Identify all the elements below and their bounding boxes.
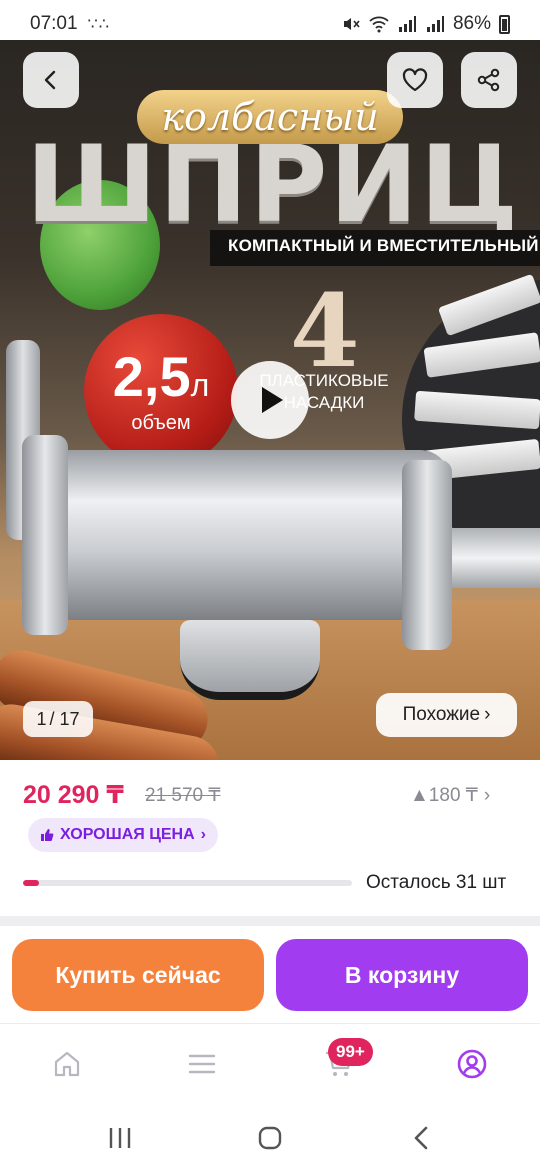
home-icon	[54, 1051, 80, 1077]
share-icon	[477, 68, 500, 92]
buy-now-button[interactable]: Купить сейчас	[12, 939, 264, 1011]
volume-value-wrap: 2,5л	[84, 344, 238, 409]
system-navigation	[0, 1104, 540, 1170]
similar-label: Похожие	[402, 704, 481, 725]
hero-subtitle: КОМПАКТНЫЙ И ВМЕСТИТЕЛЬНЫЙ	[228, 236, 539, 255]
syringe-cylinder	[40, 450, 450, 620]
wifi-icon	[369, 16, 389, 33]
chevron-left-icon	[44, 70, 56, 90]
mute-icon	[343, 18, 360, 30]
chevron-right-icon: ›	[483, 784, 491, 806]
image-counter-current: 1	[36, 708, 47, 729]
system-back-icon	[414, 1126, 428, 1150]
back-button[interactable]	[23, 52, 79, 108]
price-delta[interactable]: ▲180 ₸ ›	[410, 784, 490, 807]
signal-2-icon	[426, 16, 444, 32]
good-price-badge[interactable]: ХОРОШАЯ ЦЕНА ›	[28, 818, 218, 852]
chevron-right-icon: ›	[484, 704, 491, 725]
flange-right	[402, 460, 452, 650]
price-card: 20 290 ₸ 21 570 ₸ ▲180 ₸ › ХОРОШАЯ ЦЕНА …	[0, 760, 540, 920]
recent-apps-icon	[109, 1128, 131, 1148]
volume-unit: л	[190, 367, 210, 403]
signal-icon	[398, 16, 416, 32]
price-delta-value: ▲180 ₸	[410, 785, 478, 806]
chevron-right-icon: ›	[200, 826, 206, 843]
cart-count-badge: 99+	[328, 1038, 373, 1066]
stock-remaining: Осталось 31 шт	[366, 872, 507, 893]
status-time: 07:01	[30, 13, 78, 34]
status-extra-icon: ∵∴	[87, 16, 110, 33]
system-home-icon	[258, 1126, 282, 1150]
menu-icon	[188, 1054, 216, 1074]
share-button[interactable]	[461, 52, 517, 108]
section-separator	[0, 916, 540, 926]
volume-value: 2,5	[112, 345, 191, 408]
similar-button[interactable]: Похожие ›	[376, 693, 517, 737]
spout	[448, 528, 540, 588]
system-back-button[interactable]	[402, 1122, 442, 1154]
profile-icon	[457, 1049, 487, 1079]
nav-home[interactable]	[47, 1044, 87, 1084]
bottom-navigation: 99+	[0, 1024, 540, 1104]
hero-title: ШПРИЦ	[26, 123, 521, 246]
old-price: 21 570 ₸	[145, 785, 221, 806]
volume-label: объем	[131, 412, 191, 434]
purchase-actions: Купить сейчас В корзину	[0, 926, 540, 1024]
image-counter-total: / 17	[49, 708, 80, 729]
suction-base	[180, 620, 320, 700]
play-icon	[262, 387, 283, 413]
heart-icon	[402, 68, 428, 92]
thumbs-up-icon	[41, 829, 54, 841]
good-price-label: ХОРОШАЯ ЦЕНА	[60, 826, 195, 843]
add-to-cart-button[interactable]: В корзину	[276, 939, 528, 1011]
nav-catalog[interactable]	[182, 1044, 222, 1084]
stock-progress-fill	[23, 880, 40, 886]
current-price: 20 290 ₸	[23, 781, 124, 809]
image-counter: 1 / 17	[23, 701, 93, 737]
system-home-button[interactable]	[250, 1122, 290, 1154]
battery-icon	[499, 14, 510, 34]
volume-badge: 2,5л объем	[84, 314, 238, 468]
hero-brand-script: колбасный	[137, 90, 403, 144]
play-video-button[interactable]	[231, 361, 309, 439]
flange-left	[22, 435, 68, 635]
nav-profile[interactable]	[452, 1044, 492, 1084]
battery-percent: 86%	[452, 13, 491, 34]
recent-apps-button[interactable]	[100, 1122, 140, 1154]
favorite-button[interactable]	[387, 52, 443, 108]
stock-progress-bar	[23, 880, 352, 886]
status-right: 86%	[341, 13, 510, 35]
